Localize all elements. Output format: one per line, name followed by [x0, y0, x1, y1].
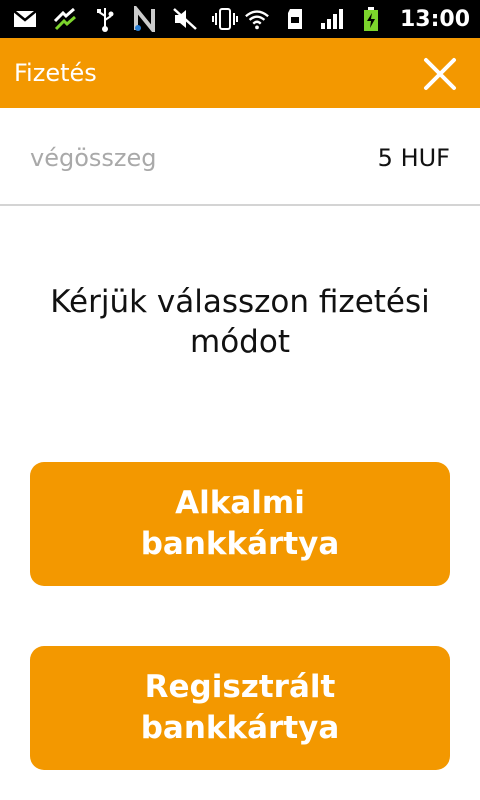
- sd-card-icon: [282, 6, 308, 32]
- total-amount: 5 HUF: [377, 144, 450, 172]
- app-bar: Fizetés: [0, 38, 480, 108]
- battery-charging-icon: [358, 6, 384, 32]
- registered-card-label: Regisztrált bankkártya: [140, 669, 340, 746]
- wifi-icon: [244, 6, 270, 32]
- sync-icon: [52, 6, 78, 32]
- registered-card-button[interactable]: Regisztrált bankkártya: [30, 646, 450, 770]
- clock: 13:00: [399, 6, 470, 32]
- total-row: végösszeg 5 HUF: [0, 108, 480, 206]
- close-icon: [424, 58, 456, 90]
- close-button[interactable]: [422, 56, 458, 92]
- total-label: végösszeg: [30, 144, 157, 172]
- one-time-card-button[interactable]: Alkalmi bankkártya: [30, 462, 450, 586]
- signal-icon: [320, 6, 346, 32]
- payment-method-prompt: Kérjük válasszon fizetési módot: [50, 284, 430, 360]
- mute-icon: [172, 6, 198, 32]
- status-bar: 13:00: [0, 0, 480, 38]
- gmail-icon: [12, 6, 38, 32]
- usb-icon: [92, 6, 118, 32]
- page-title: Fizetés: [14, 59, 97, 87]
- one-time-card-label: Alkalmi bankkártya: [140, 485, 340, 562]
- nfc-icon: [132, 6, 158, 32]
- vibrate-icon: [212, 6, 238, 32]
